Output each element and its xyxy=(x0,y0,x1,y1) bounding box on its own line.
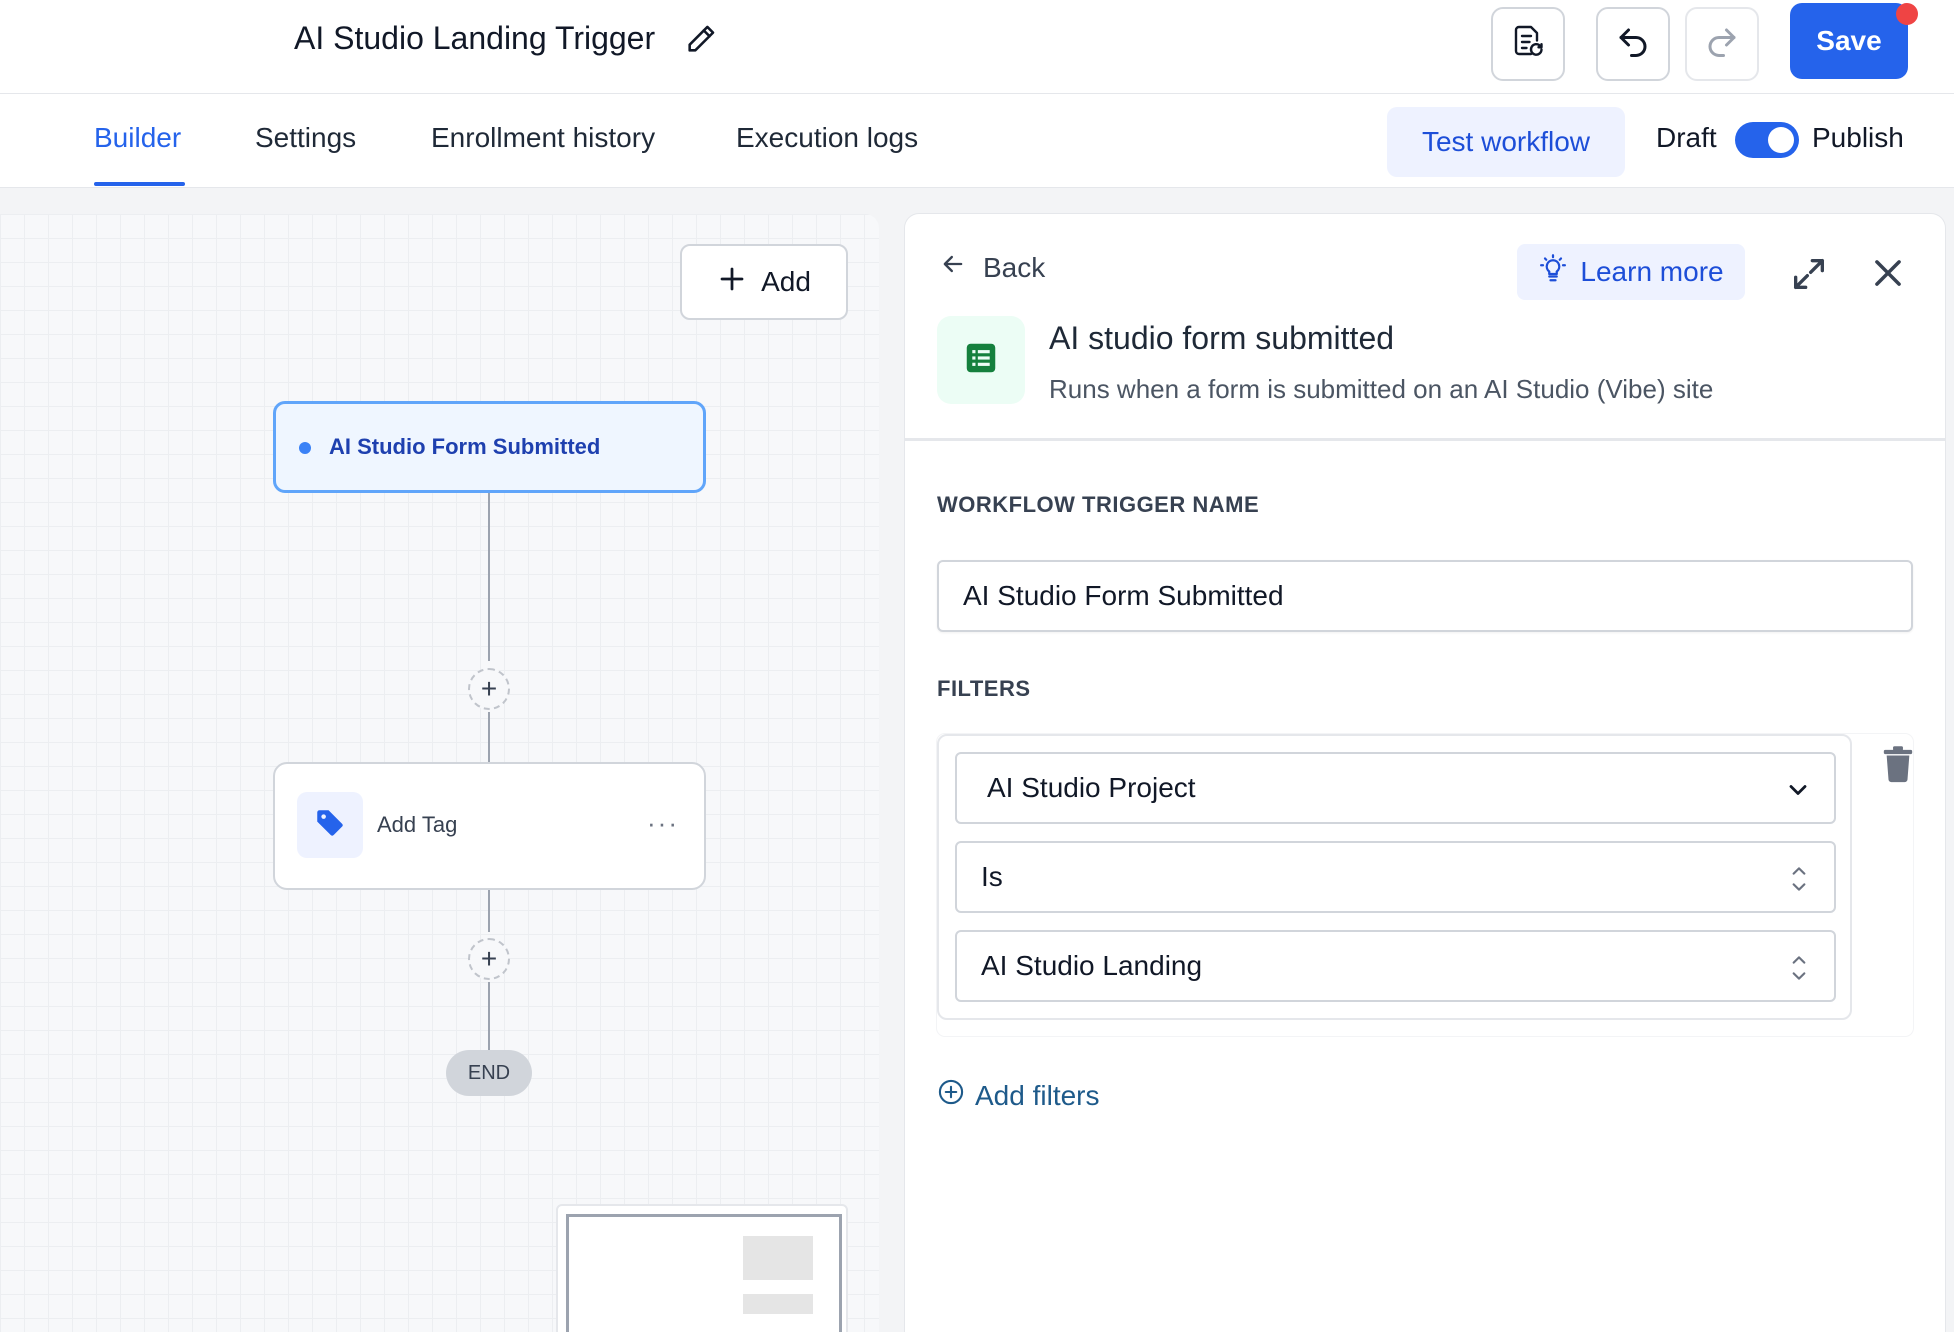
add-tag-node[interactable]: Add Tag ··· xyxy=(273,762,706,890)
connector-line xyxy=(488,493,490,661)
filter-value-select[interactable]: AI Studio Landing xyxy=(955,930,1836,1002)
connector-line xyxy=(488,890,490,932)
tab-enrollment-history[interactable]: Enrollment history xyxy=(431,122,655,154)
learn-more-button[interactable]: Learn more xyxy=(1517,244,1745,300)
filter-field-select[interactable]: AI Studio Project xyxy=(955,752,1836,824)
trigger-name-input[interactable] xyxy=(937,560,1913,632)
trigger-title: AI studio form submitted xyxy=(1049,320,1395,356)
filter-operator-select[interactable]: Is xyxy=(955,841,1836,913)
insert-step-button[interactable]: + xyxy=(468,668,510,710)
add-node-label: Add xyxy=(761,266,811,297)
learn-more-label: Learn more xyxy=(1580,256,1724,287)
plus-icon xyxy=(717,264,747,301)
tag-icon-box xyxy=(297,792,363,858)
expand-panel-icon[interactable] xyxy=(1789,254,1829,299)
tab-settings[interactable]: Settings xyxy=(255,122,356,154)
connector-line xyxy=(488,712,490,762)
trigger-name-section-label: WORKFLOW TRIGGER NAME xyxy=(937,492,1260,517)
chevron-up-down-icon xyxy=(1786,952,1812,991)
filter-group: AI Studio Project Is AI Studio Landing xyxy=(937,734,1852,1020)
tag-icon xyxy=(313,806,347,845)
delete-filter-trash-icon[interactable] xyxy=(1881,744,1915,789)
tab-builder[interactable]: Builder xyxy=(94,122,181,154)
add-node-button[interactable]: Add xyxy=(680,244,848,320)
edit-title-pencil-icon[interactable] xyxy=(684,22,718,56)
minimap-block xyxy=(743,1294,813,1314)
undo-icon xyxy=(1615,24,1651,65)
chevron-down-icon xyxy=(1784,776,1812,811)
close-panel-icon[interactable] xyxy=(1869,254,1907,297)
back-label: Back xyxy=(983,251,1046,283)
form-sheet-icon xyxy=(962,339,1000,382)
trigger-icon-box xyxy=(937,316,1025,404)
filter-value-value: AI Studio Landing xyxy=(981,950,1203,981)
publish-label: Publish xyxy=(1812,122,1904,153)
draft-label: Draft xyxy=(1656,122,1717,153)
redo-button[interactable] xyxy=(1685,7,1759,81)
filter-operator-value: Is xyxy=(981,861,1003,892)
workflow-title[interactable]: AI Studio Landing Trigger xyxy=(294,20,655,57)
workflow-notes-button[interactable] xyxy=(1491,7,1565,81)
arrow-left-icon xyxy=(939,250,967,285)
connector-line xyxy=(488,982,490,1050)
filters-section-label: FILTERS xyxy=(937,676,1031,701)
unsaved-indicator-dot xyxy=(1896,3,1918,25)
filters-container: AI Studio Project Is AI Studio Landing xyxy=(937,734,1913,1036)
publish-toggle[interactable] xyxy=(1735,122,1799,158)
canvas-minimap[interactable] xyxy=(556,1204,848,1332)
add-filters-label: Add filters xyxy=(975,1079,1100,1111)
trigger-status-dot xyxy=(299,442,311,454)
panel-divider xyxy=(905,438,1945,441)
trigger-description: Runs when a form is submitted on an AI S… xyxy=(1049,374,1714,404)
test-workflow-button[interactable]: Test workflow xyxy=(1387,107,1625,177)
action-node-label: Add Tag xyxy=(377,812,458,837)
trigger-node[interactable]: AI Studio Form Submitted xyxy=(273,401,706,493)
plus-circle-icon xyxy=(937,1078,965,1113)
workflow-canvas[interactable]: Add AI Studio Form Submitted + Add Tag ·… xyxy=(0,214,879,1332)
save-button[interactable]: Save xyxy=(1790,3,1908,79)
back-button[interactable]: Back xyxy=(939,250,1045,285)
redo-icon xyxy=(1704,24,1740,65)
toggle-knob xyxy=(1768,127,1794,153)
add-filters-button[interactable]: Add filters xyxy=(937,1078,1100,1113)
top-bar: AI Studio Landing Trigger Save xyxy=(0,0,1954,94)
tab-bar: Builder Settings Enrollment history Exec… xyxy=(0,94,1954,188)
lightbulb-icon xyxy=(1538,253,1568,291)
active-tab-indicator xyxy=(94,182,185,186)
undo-button[interactable] xyxy=(1596,7,1670,81)
tab-execution-logs[interactable]: Execution logs xyxy=(736,122,918,154)
chevron-up-down-icon xyxy=(1786,863,1812,902)
minimap-block xyxy=(743,1236,813,1280)
trigger-node-label: AI Studio Form Submitted xyxy=(329,434,601,459)
more-options-icon[interactable]: ··· xyxy=(647,808,679,839)
insert-step-button[interactable]: + xyxy=(468,938,510,980)
trigger-settings-panel: Back Learn more AI studio form submitted… xyxy=(905,214,1945,1332)
filter-field-value: AI Studio Project xyxy=(987,772,1196,803)
end-node: END xyxy=(446,1050,532,1096)
document-refresh-icon xyxy=(1510,24,1546,65)
